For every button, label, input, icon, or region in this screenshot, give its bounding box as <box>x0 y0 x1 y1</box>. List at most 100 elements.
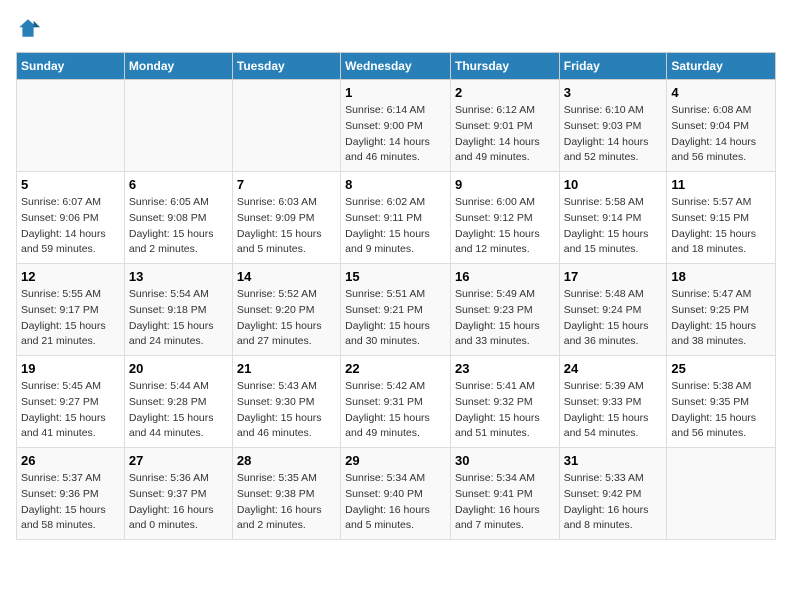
day-info: Sunrise: 5:35 AMSunset: 9:38 PMDaylight:… <box>237 471 336 534</box>
calendar-cell: 23 Sunrise: 5:41 AMSunset: 9:32 PMDayligh… <box>450 356 559 448</box>
day-info: Sunrise: 6:10 AMSunset: 9:03 PMDaylight:… <box>564 103 663 166</box>
day-number: 28 <box>237 453 336 468</box>
calendar-cell: 26 Sunrise: 5:37 AMSunset: 9:36 PMDayligh… <box>17 448 125 540</box>
calendar-cell: 1 Sunrise: 6:14 AMSunset: 9:00 PMDaylight… <box>341 80 451 172</box>
calendar-cell: 10Sunrise: 5:58 AMSunset: 9:14 PMDayligh… <box>559 172 667 264</box>
day-number: 20 <box>129 361 228 376</box>
calendar-cell: 13 Sunrise: 5:54 AMSunset: 9:18 PMDayligh… <box>124 264 232 356</box>
day-number: 16 <box>455 269 555 284</box>
weekday-header-monday: Monday <box>124 53 232 80</box>
day-number: 1 <box>345 85 446 100</box>
day-number: 26 <box>21 453 120 468</box>
day-info: Sunrise: 5:36 AMSunset: 9:37 PMDaylight:… <box>129 471 228 534</box>
day-number: 25 <box>671 361 771 376</box>
day-number: 21 <box>237 361 336 376</box>
day-number: 2 <box>455 85 555 100</box>
day-number: 22 <box>345 361 446 376</box>
day-number: 18 <box>671 269 771 284</box>
calendar-week-row: 12Sunrise: 5:55 AMSunset: 9:17 PMDayligh… <box>17 264 776 356</box>
calendar-cell: 18 Sunrise: 5:47 AMSunset: 9:25 PMDayligh… <box>667 264 776 356</box>
day-number: 11 <box>671 177 771 192</box>
day-info: Sunrise: 6:05 AMSunset: 9:08 PMDaylight:… <box>129 195 228 258</box>
calendar-header: SundayMondayTuesdayWednesdayThursdayFrid… <box>17 53 776 80</box>
calendar-week-row: 5 Sunrise: 6:07 AMSunset: 9:06 PMDaylight… <box>17 172 776 264</box>
day-info: Sunrise: 5:45 AMSunset: 9:27 PMDaylight:… <box>21 379 120 442</box>
calendar-cell: 20 Sunrise: 5:44 AMSunset: 9:28 PMDayligh… <box>124 356 232 448</box>
day-number: 29 <box>345 453 446 468</box>
day-info: Sunrise: 6:14 AMSunset: 9:00 PMDaylight:… <box>345 103 446 166</box>
calendar-cell: 19 Sunrise: 5:45 AMSunset: 9:27 PMDayligh… <box>17 356 125 448</box>
day-number: 5 <box>21 177 120 192</box>
weekday-header-sunday: Sunday <box>17 53 125 80</box>
calendar-week-row: 26 Sunrise: 5:37 AMSunset: 9:36 PMDayligh… <box>17 448 776 540</box>
calendar-table: SundayMondayTuesdayWednesdayThursdayFrid… <box>16 52 776 540</box>
calendar-cell: 15Sunrise: 5:51 AMSunset: 9:21 PMDayligh… <box>341 264 451 356</box>
day-number: 4 <box>671 85 771 100</box>
day-number: 7 <box>237 177 336 192</box>
calendar-cell: 14Sunrise: 5:52 AMSunset: 9:20 PMDayligh… <box>232 264 340 356</box>
day-number: 6 <box>129 177 228 192</box>
day-info: Sunrise: 6:12 AMSunset: 9:01 PMDaylight:… <box>455 103 555 166</box>
day-info: Sunrise: 6:08 AMSunset: 9:04 PMDaylight:… <box>671 103 771 166</box>
weekday-header-row: SundayMondayTuesdayWednesdayThursdayFrid… <box>17 53 776 80</box>
weekday-header-tuesday: Tuesday <box>232 53 340 80</box>
calendar-week-row: 19 Sunrise: 5:45 AMSunset: 9:27 PMDayligh… <box>17 356 776 448</box>
day-info: Sunrise: 5:44 AMSunset: 9:28 PMDaylight:… <box>129 379 228 442</box>
day-number: 13 <box>129 269 228 284</box>
day-info: Sunrise: 5:33 AMSunset: 9:42 PMDaylight:… <box>564 471 663 534</box>
day-number: 17 <box>564 269 663 284</box>
day-info: Sunrise: 6:03 AMSunset: 9:09 PMDaylight:… <box>237 195 336 258</box>
calendar-cell: 17 Sunrise: 5:48 AMSunset: 9:24 PMDayligh… <box>559 264 667 356</box>
day-number: 19 <box>21 361 120 376</box>
day-info: Sunrise: 5:52 AMSunset: 9:20 PMDaylight:… <box>237 287 336 350</box>
calendar-cell: 28 Sunrise: 5:35 AMSunset: 9:38 PMDayligh… <box>232 448 340 540</box>
calendar-cell: 6 Sunrise: 6:05 AMSunset: 9:08 PMDaylight… <box>124 172 232 264</box>
calendar-cell: 24 Sunrise: 5:39 AMSunset: 9:33 PMDayligh… <box>559 356 667 448</box>
day-info: Sunrise: 5:37 AMSunset: 9:36 PMDaylight:… <box>21 471 120 534</box>
day-info: Sunrise: 5:55 AMSunset: 9:17 PMDaylight:… <box>21 287 120 350</box>
calendar-cell <box>124 80 232 172</box>
calendar-cell: 31Sunrise: 5:33 AMSunset: 9:42 PMDayligh… <box>559 448 667 540</box>
day-info: Sunrise: 5:41 AMSunset: 9:32 PMDaylight:… <box>455 379 555 442</box>
calendar-cell: 11 Sunrise: 5:57 AMSunset: 9:15 PMDayligh… <box>667 172 776 264</box>
calendar-cell <box>17 80 125 172</box>
calendar-cell: 30Sunrise: 5:34 AMSunset: 9:41 PMDayligh… <box>450 448 559 540</box>
calendar-cell: 5 Sunrise: 6:07 AMSunset: 9:06 PMDaylight… <box>17 172 125 264</box>
day-info: Sunrise: 5:39 AMSunset: 9:33 PMDaylight:… <box>564 379 663 442</box>
day-info: Sunrise: 5:54 AMSunset: 9:18 PMDaylight:… <box>129 287 228 350</box>
calendar-cell: 21 Sunrise: 5:43 AMSunset: 9:30 PMDayligh… <box>232 356 340 448</box>
weekday-header-wednesday: Wednesday <box>341 53 451 80</box>
day-info: Sunrise: 6:00 AMSunset: 9:12 PMDaylight:… <box>455 195 555 258</box>
day-number: 23 <box>455 361 555 376</box>
weekday-header-saturday: Saturday <box>667 53 776 80</box>
logo-icon <box>16 16 40 40</box>
calendar-cell: 16 Sunrise: 5:49 AMSunset: 9:23 PMDayligh… <box>450 264 559 356</box>
calendar-cell: 4 Sunrise: 6:08 AMSunset: 9:04 PMDaylight… <box>667 80 776 172</box>
day-number: 24 <box>564 361 663 376</box>
day-number: 10 <box>564 177 663 192</box>
day-info: Sunrise: 6:02 AMSunset: 9:11 PMDaylight:… <box>345 195 446 258</box>
day-number: 9 <box>455 177 555 192</box>
day-number: 30 <box>455 453 555 468</box>
logo <box>16 16 44 40</box>
day-info: Sunrise: 5:47 AMSunset: 9:25 PMDaylight:… <box>671 287 771 350</box>
calendar-week-row: 1 Sunrise: 6:14 AMSunset: 9:00 PMDaylight… <box>17 80 776 172</box>
calendar-cell: 12Sunrise: 5:55 AMSunset: 9:17 PMDayligh… <box>17 264 125 356</box>
day-number: 27 <box>129 453 228 468</box>
calendar-cell: 2 Sunrise: 6:12 AMSunset: 9:01 PMDaylight… <box>450 80 559 172</box>
day-info: Sunrise: 6:07 AMSunset: 9:06 PMDaylight:… <box>21 195 120 258</box>
calendar-cell: 3Sunrise: 6:10 AMSunset: 9:03 PMDaylight… <box>559 80 667 172</box>
calendar-cell <box>667 448 776 540</box>
day-info: Sunrise: 5:34 AMSunset: 9:40 PMDaylight:… <box>345 471 446 534</box>
calendar-body: 1 Sunrise: 6:14 AMSunset: 9:00 PMDaylight… <box>17 80 776 540</box>
day-info: Sunrise: 5:38 AMSunset: 9:35 PMDaylight:… <box>671 379 771 442</box>
day-info: Sunrise: 5:43 AMSunset: 9:30 PMDaylight:… <box>237 379 336 442</box>
day-info: Sunrise: 5:49 AMSunset: 9:23 PMDaylight:… <box>455 287 555 350</box>
day-info: Sunrise: 5:48 AMSunset: 9:24 PMDaylight:… <box>564 287 663 350</box>
day-info: Sunrise: 5:57 AMSunset: 9:15 PMDaylight:… <box>671 195 771 258</box>
calendar-cell: 9 Sunrise: 6:00 AMSunset: 9:12 PMDaylight… <box>450 172 559 264</box>
day-info: Sunrise: 5:42 AMSunset: 9:31 PMDaylight:… <box>345 379 446 442</box>
calendar-cell: 8Sunrise: 6:02 AMSunset: 9:11 PMDaylight… <box>341 172 451 264</box>
calendar-cell: 27 Sunrise: 5:36 AMSunset: 9:37 PMDayligh… <box>124 448 232 540</box>
day-number: 15 <box>345 269 446 284</box>
